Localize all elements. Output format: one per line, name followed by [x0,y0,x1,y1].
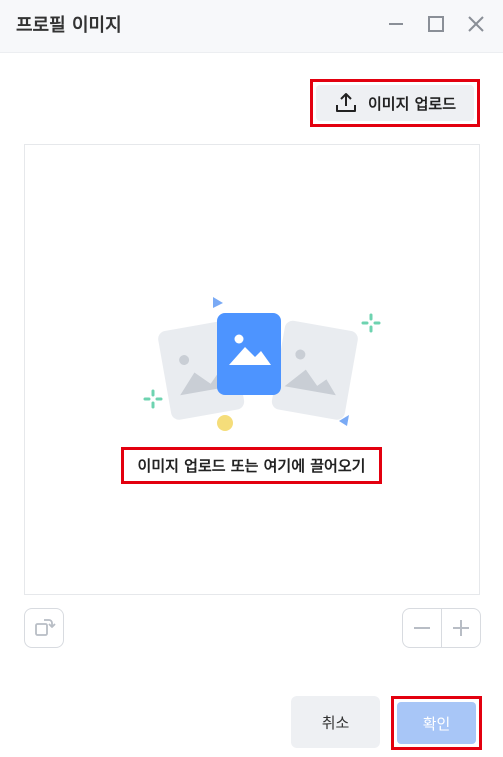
image-placeholder-illustration [143,297,381,431]
plus-icon [453,620,469,636]
maximize-icon [428,16,444,32]
confirm-button-highlight: 확인 [391,696,482,750]
confirm-button[interactable]: 확인 [397,702,476,744]
drop-prompt-text: 이미지 업로드 또는 여기에 끌어오기 [137,457,366,475]
close-icon [468,16,484,32]
upload-button-highlight: 이미지 업로드 [310,79,480,127]
title-bar: 프로필 이미지 [0,0,503,53]
rotate-button[interactable] [24,608,64,648]
upload-button-label: 이미지 업로드 [368,94,457,113]
upload-image-button[interactable]: 이미지 업로드 [316,85,474,121]
minimize-button[interactable] [382,10,410,38]
close-button[interactable] [462,10,490,38]
dialog-title: 프로필 이미지 [16,15,122,36]
minimize-icon [389,23,403,25]
image-drop-zone[interactable] [24,144,480,595]
minus-icon [414,627,430,629]
drop-prompt-highlight: 이미지 업로드 또는 여기에 끌어오기 [121,447,382,484]
upload-icon [336,93,356,112]
rotate-icon [35,619,56,636]
zoom-in-button[interactable] [442,609,480,647]
cancel-button[interactable]: 취소 [291,696,380,748]
zoom-controls [402,608,481,648]
zoom-out-button[interactable] [403,609,441,647]
maximize-button[interactable] [422,10,450,38]
